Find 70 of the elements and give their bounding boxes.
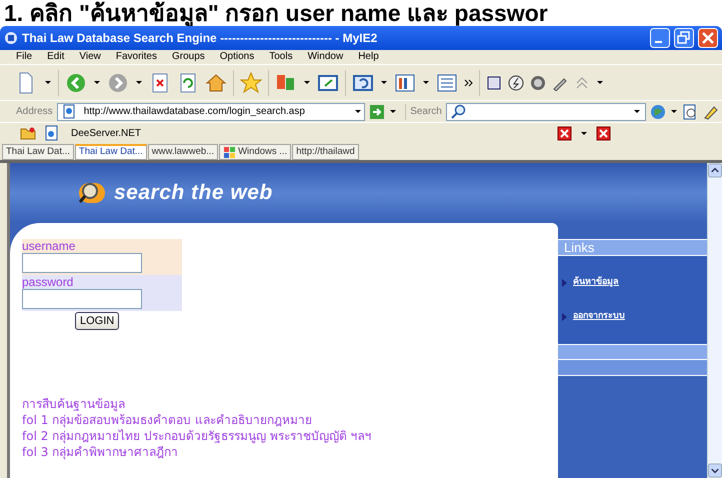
page-icon xyxy=(62,104,76,119)
minimize-icon[interactable] xyxy=(650,28,670,48)
browser-tab[interactable]: Thai Law Dat... xyxy=(2,144,74,160)
menu-item[interactable]: Tools xyxy=(269,51,293,63)
description-line: fol 2 กลุ่มกฎหมายไทย ประกอบด้วยรัฐธรรมนูญ พระราชบัญญัติ ฯลฯ xyxy=(22,428,373,444)
close-icon[interactable] xyxy=(698,28,718,48)
close-tab-icon[interactable] xyxy=(596,126,612,140)
username-label: username xyxy=(22,239,76,253)
password-input[interactable] xyxy=(22,289,142,309)
app-icon xyxy=(4,31,18,45)
caret-icon[interactable] xyxy=(135,80,143,85)
menu-item[interactable]: Groups xyxy=(172,51,205,63)
flash-icon[interactable] xyxy=(508,74,524,90)
window-title: Thai Law Database Search Engine ---------------------------- - MyIE2 xyxy=(22,30,378,47)
triangle-icon xyxy=(562,313,567,321)
windows-logo-icon xyxy=(223,146,236,158)
menu-item[interactable]: File xyxy=(16,51,32,63)
vertical-scrollbar[interactable] xyxy=(707,163,722,478)
search-label: Search xyxy=(410,105,442,119)
username-input[interactable] xyxy=(22,253,142,273)
scroll-down-icon[interactable] xyxy=(708,463,722,478)
search-icon xyxy=(450,104,466,119)
caret-icon[interactable] xyxy=(422,80,430,85)
sidebar-link[interactable]: ค้นหาข้อมูล xyxy=(573,276,619,290)
magnifier-icon xyxy=(78,180,106,206)
favorite-link[interactable]: DeeServer.NET xyxy=(71,126,142,140)
triangle-icon xyxy=(562,279,567,287)
description-line: การสืบค้นฐานข้อมูล xyxy=(22,396,126,412)
menu-item[interactable]: Window xyxy=(308,51,344,63)
description-line: fol 1 กลุ่มข้อสอบพร้อมธงคำตอบ และคำอธิบายกฎหมาย xyxy=(22,412,313,428)
caret-icon[interactable] xyxy=(354,109,362,114)
description-line: fol 3 กลุ่มคำพิพากษาศาลฎีกา xyxy=(22,444,180,460)
browser-tab[interactable]: www.lawweb... xyxy=(148,144,218,160)
home-icon[interactable] xyxy=(205,72,227,94)
menu-item[interactable]: Options xyxy=(220,51,254,63)
menu-item[interactable]: Favorites xyxy=(116,51,157,63)
address-field[interactable]: http://www.thailawdatabase.com/login_search.asp xyxy=(56,102,366,120)
address-label: Address xyxy=(16,105,53,119)
caret-icon[interactable] xyxy=(44,80,52,85)
browser-tab[interactable]: http://thailawd xyxy=(292,144,359,160)
links-title: Links xyxy=(564,238,594,257)
caret-icon[interactable] xyxy=(303,80,311,85)
restore-icon[interactable] xyxy=(674,28,694,48)
star-icon[interactable] xyxy=(240,72,262,94)
caret-icon[interactable] xyxy=(596,80,604,85)
banner-title: search the web xyxy=(114,180,273,206)
menu-item[interactable]: Edit xyxy=(47,51,64,63)
caret-icon[interactable] xyxy=(633,109,641,114)
chevron-icon[interactable] xyxy=(464,78,473,86)
close-all-icon[interactable] xyxy=(557,126,572,140)
list-icon[interactable] xyxy=(436,72,458,94)
back-icon[interactable] xyxy=(65,72,87,94)
menu-item[interactable]: View xyxy=(79,51,101,63)
search-field[interactable] xyxy=(446,102,646,120)
password-label: password xyxy=(22,275,74,289)
instruction-heading: 1. คลิก "ค้นหาข้อมูล" กรอก user name และ passwor xyxy=(3,0,549,26)
highlighter-icon[interactable] xyxy=(702,104,718,120)
browser-tab[interactable]: Thai Law Dat... xyxy=(74,144,147,160)
zoom-icon[interactable] xyxy=(682,104,698,120)
menu-item[interactable]: Help xyxy=(358,51,379,63)
caret-icon[interactable] xyxy=(380,80,388,85)
scroll-up-icon[interactable] xyxy=(708,163,722,178)
caret-icon[interactable] xyxy=(389,109,398,114)
browser-tab[interactable]: Windows ... xyxy=(219,144,292,160)
login-button[interactable]: LOGIN xyxy=(75,312,120,330)
sidebar-link[interactable]: ออกจากระบบ xyxy=(573,310,625,324)
caret-icon[interactable] xyxy=(580,130,588,136)
folder-icon[interactable] xyxy=(20,125,36,141)
caret-icon[interactable] xyxy=(670,109,678,114)
caret-icon[interactable] xyxy=(93,80,101,85)
